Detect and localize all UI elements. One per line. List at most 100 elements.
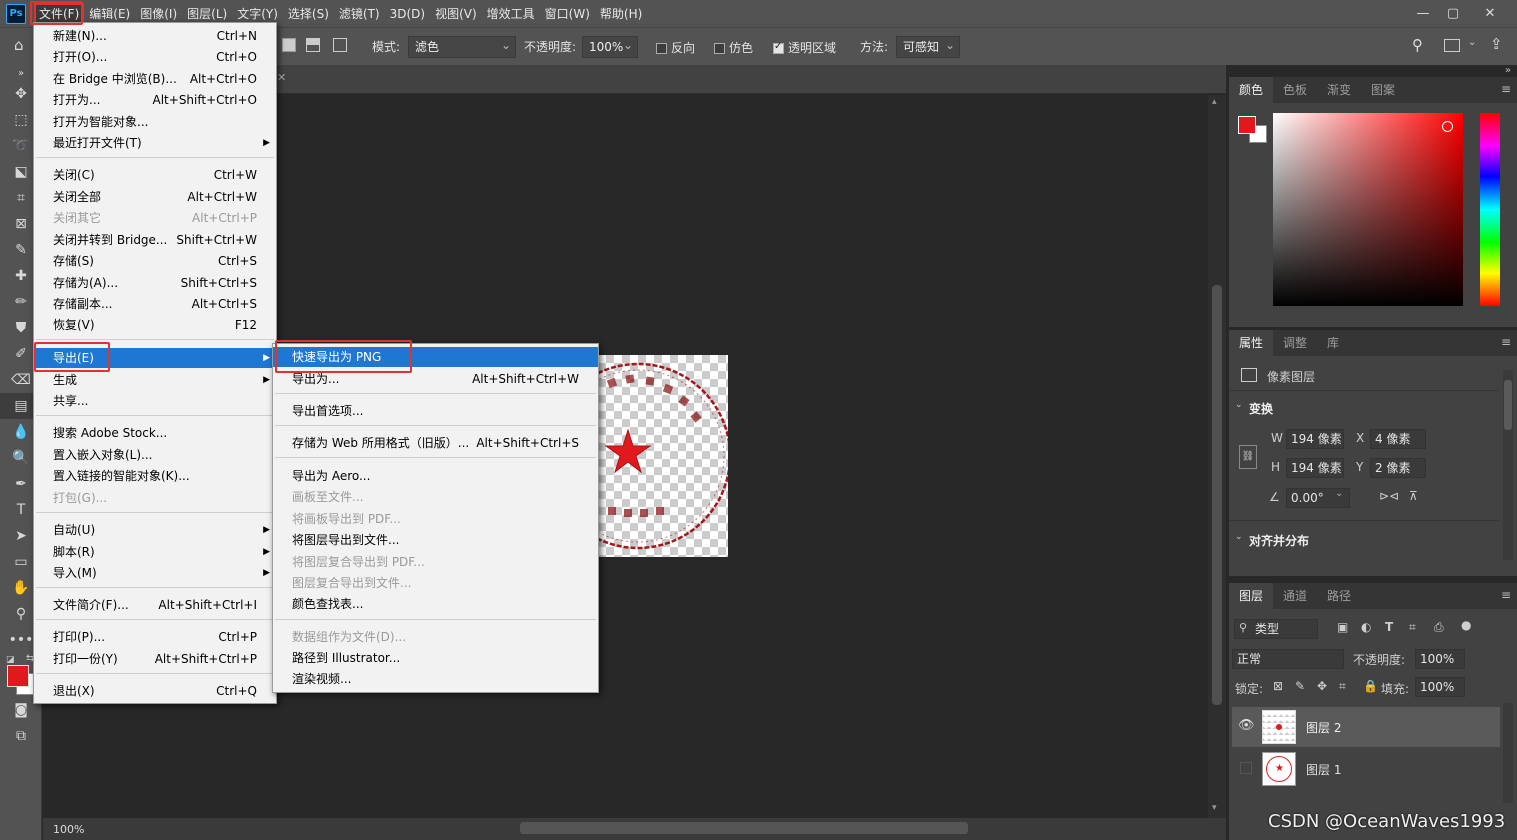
menu-select[interactable]: 选择(S) [283,3,334,25]
layer-row[interactable]: 👁 图层 2 [1232,707,1500,747]
reverse-option[interactable]: 反向 [656,39,695,56]
minimize-icon[interactable]: — [1408,0,1438,27]
height-field[interactable]: 194 像素 [1286,458,1344,478]
lock-transparent-icon[interactable]: ⊠ [1273,679,1283,693]
menu-item-generate[interactable]: 生成 ▶ [34,370,276,390]
panel-menu-icon[interactable]: ≡ [1501,82,1511,96]
menu-3d[interactable]: 3D(D) [385,3,430,25]
menu-view[interactable]: 视图(V) [430,3,482,25]
vertical-scroll-thumb[interactable] [1212,285,1222,705]
menu-item-close-go-bridge[interactable]: 关闭并转到 Bridge... Shift+Ctrl+W [34,230,276,250]
blend-mode-preset-icon[interactable] [282,38,296,52]
menu-item-place-embedded[interactable]: 置入嵌入对象(L)... [34,445,276,465]
opacity-input[interactable]: 100% [582,35,638,58]
tab-paths[interactable]: 路径 [1317,583,1361,609]
link-icon[interactable]: ⛓ [1239,445,1257,469]
menu-item-open-smart-object[interactable]: 打开为智能对象... [34,112,276,132]
color-picker-marker[interactable] [1442,121,1453,132]
menu-item-open[interactable]: 打开(O)... Ctrl+O [34,47,276,67]
canvas-image[interactable] [598,355,728,557]
menu-item-export-preferences[interactable]: 导出首选项... [273,401,598,421]
filter-adjustment-icon[interactable]: ◐ [1361,620,1371,634]
tab-swatches[interactable]: 色板 [1273,77,1317,103]
menu-item-automate[interactable]: 自动(U) ▶ [34,520,276,540]
vertical-scrollbar[interactable]: ▴ ▾ [1208,95,1226,820]
chevron-down-icon[interactable]: ⌄ [1235,532,1243,542]
menu-plugins[interactable]: 增效工具 [482,3,540,25]
panel-menu-icon[interactable]: ≡ [1501,335,1511,349]
menu-item-scripts[interactable]: 脚本(R) ▶ [34,542,276,562]
blend-mode-select[interactable]: 正常 [1232,649,1344,669]
menu-item-paths-to-illustrator[interactable]: 路径到 Illustrator... [273,648,598,668]
collapse-panels-icon[interactable]: » [1505,65,1511,76]
method-select[interactable]: 可感知 [896,35,960,58]
menu-item-color-lookup-tables[interactable]: 颜色查找表... [273,594,598,614]
transparency-checkbox[interactable] [773,41,784,54]
menu-window[interactable]: 窗口(W) [540,3,595,25]
chevron-down-icon[interactable]: ⌄ [1468,37,1476,48]
menu-filter[interactable]: 滤镜(T) [334,3,385,25]
tab-libraries[interactable]: 库 [1317,330,1349,356]
workspace-icon[interactable] [1444,39,1460,52]
menu-item-render-video[interactable]: 渲染视频... [273,669,598,689]
lock-position-icon[interactable]: ✥ [1317,679,1327,693]
color-field[interactable] [1273,113,1463,306]
layer-row[interactable]: ★ 图层 1 [1232,749,1500,789]
y-field[interactable]: 2 像素 [1370,458,1426,478]
align-section-label[interactable]: 对齐并分布 [1249,532,1309,549]
menu-item-file-info[interactable]: 文件简介(F)... Alt+Shift+Ctrl+I [34,595,276,615]
filter-pixel-icon[interactable]: ▣ [1337,620,1348,634]
scroll-up-icon[interactable]: ▴ [1212,97,1217,107]
menu-item-share[interactable]: 共享... [34,391,276,411]
tab-gradients[interactable]: 渐变 [1317,77,1361,103]
maximize-icon[interactable]: ▢ [1438,0,1468,27]
chevron-down-icon[interactable]: ⌄ [1235,400,1243,410]
tab-adjustments[interactable]: 调整 [1273,330,1317,356]
menu-item-save[interactable]: 存储(S) Ctrl+S [34,251,276,271]
layers-scrollbar[interactable] [1503,703,1513,803]
menu-item-exit[interactable]: 退出(X) Ctrl+Q [34,681,276,701]
default-colors-icon[interactable]: ◪ [6,655,15,665]
eye-icon[interactable]: 👁 [1238,718,1255,733]
transform-section-label[interactable]: 变换 [1249,400,1273,417]
layer-opacity-field[interactable]: 100% [1415,649,1465,669]
menu-item-print[interactable]: 打印(P)... Ctrl+P [34,627,276,647]
menu-item-place-linked[interactable]: 置入链接的智能对象(K)... [34,466,276,486]
dither-checkbox[interactable] [714,43,725,54]
menu-item-open-as[interactable]: 打开为... Alt+Shift+Ctrl+O [34,90,276,110]
preset-icon-2[interactable] [306,38,320,52]
menu-item-browse-bridge[interactable]: 在 Bridge 中浏览(B)... Alt+Ctrl+O [34,69,276,89]
tab-channels[interactable]: 通道 [1273,583,1317,609]
menu-item-save-as[interactable]: 存储为(A)... Shift+Ctrl+S [34,273,276,293]
home-icon[interactable]: ⌂ [14,36,34,56]
menu-item-export-aero[interactable]: 导出为 Aero... [273,466,598,486]
menu-item-revert[interactable]: 恢复(V) F12 [34,315,276,335]
color-fg-swatch[interactable] [1238,116,1256,134]
menu-item-save-copy[interactable]: 存储副本... Alt+Ctrl+S [34,294,276,314]
layer-name[interactable]: 图层 2 [1306,719,1341,736]
foreground-color-swatch[interactable] [7,665,29,687]
close-icon[interactable]: ✕ [1475,0,1505,27]
menu-item-save-for-web[interactable]: 存储为 Web 所用格式（旧版）... Alt+Shift+Ctrl+S [273,433,598,453]
flip-vertical-icon[interactable]: ⊼ [1409,489,1418,503]
preset-icon-3[interactable] [333,38,347,52]
search-icon[interactable]: ⚲ [1412,36,1423,54]
menu-help[interactable]: 帮助(H) [595,3,647,25]
width-field[interactable]: 194 像素 [1286,429,1344,449]
lock-pixels-icon[interactable]: ✎ [1295,679,1305,693]
reverse-checkbox[interactable] [656,43,667,54]
properties-scrollbar[interactable] [1503,370,1513,560]
menu-item-close-all[interactable]: 关闭全部 Alt+Ctrl+W [34,187,276,207]
lock-all-icon[interactable]: 🔒 [1363,679,1378,693]
tab-close-icon[interactable]: ✕ [277,71,286,84]
filter-toggle-icon[interactable]: ● [1461,618,1471,632]
menu-item-import[interactable]: 导入(M) ▶ [34,563,276,583]
filter-smart-object-icon[interactable]: ⎙ [1434,620,1444,635]
menu-item-recent-files[interactable]: 最近打开文件(T) ▶ [34,133,276,153]
scroll-down-icon[interactable]: ▾ [1212,803,1217,813]
flip-horizontal-icon[interactable]: ⊳⊲ [1379,489,1399,503]
menu-item-print-one[interactable]: 打印一份(Y) Alt+Shift+Ctrl+P [34,649,276,669]
dither-option[interactable]: 仿色 [714,39,753,56]
screen-mode-icon[interactable]: ⧉ [0,723,42,749]
menu-item-layers-to-files[interactable]: 将图层导出到文件... [273,530,598,550]
